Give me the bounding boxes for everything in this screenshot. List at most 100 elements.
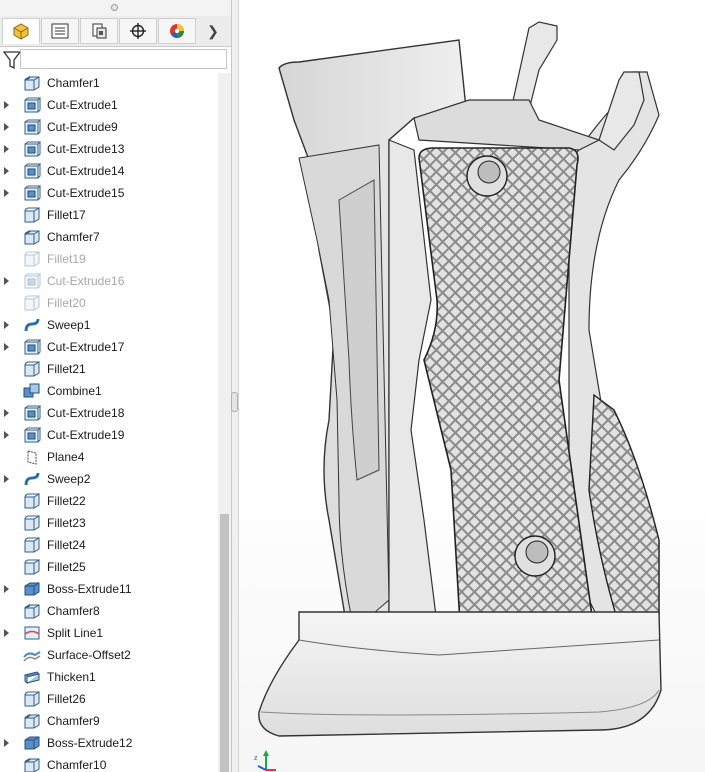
expand-arrow-icon[interactable] — [4, 145, 9, 153]
feature-tree-item[interactable]: Cut-Extrude9 — [0, 116, 218, 138]
fillet-icon — [23, 295, 41, 311]
feature-tree-item[interactable]: Cut-Extrude14 — [0, 160, 218, 182]
feature-tree-item[interactable]: Fillet25 — [0, 556, 218, 578]
thicken-icon — [23, 669, 41, 685]
feature-tree-item-label: Cut-Extrude19 — [47, 428, 125, 442]
expand-arrow-icon[interactable] — [4, 167, 9, 175]
tabs-more-chevron-icon[interactable]: ❯ — [203, 20, 223, 42]
feature-tree-item[interactable]: Plane4 — [0, 446, 218, 468]
feature-tree-item[interactable]: Sweep1 — [0, 314, 218, 336]
feature-tree-item[interactable]: Chamfer1 — [0, 72, 218, 94]
expand-arrow-icon[interactable] — [4, 277, 9, 285]
feature-tree-item-label: Chamfer9 — [47, 714, 100, 728]
tree-scrollbar[interactable] — [218, 73, 231, 772]
feature-tree-item-label: Cut-Extrude14 — [47, 164, 125, 178]
feature-tree-item-label: Fillet22 — [47, 494, 86, 508]
tab-configuration-manager[interactable] — [80, 18, 118, 44]
tab-feature-manager[interactable] — [2, 18, 40, 44]
expand-arrow-icon[interactable] — [4, 409, 9, 417]
tree-filter-input[interactable] — [20, 49, 227, 69]
fillet-icon — [23, 493, 41, 509]
feature-tree-item-label: Cut-Extrude18 — [47, 406, 125, 420]
feature-tree-item-label: Sweep2 — [47, 472, 91, 486]
feature-tree-item[interactable]: Cut-Extrude1 — [0, 94, 218, 116]
expand-arrow-icon[interactable] — [4, 629, 9, 637]
cut-extrude-icon — [23, 141, 42, 157]
expand-arrow-icon[interactable] — [4, 343, 9, 351]
feature-tree-item-label: Fillet19 — [47, 252, 86, 266]
feature-tree-item[interactable]: Boss-Extrude12 — [0, 732, 218, 754]
feature-tree-item[interactable]: Fillet26 — [0, 688, 218, 710]
feature-tree-item[interactable]: Split Line1 — [0, 622, 218, 644]
boss-extrude-icon — [23, 581, 41, 597]
dimxpert-manager-icon — [130, 23, 146, 39]
feature-tree-item-label: Sweep1 — [47, 318, 91, 332]
feature-tree-item[interactable]: Cut-Extrude17 — [0, 336, 218, 358]
feature-tree-item[interactable]: Thicken1 — [0, 666, 218, 688]
expand-arrow-icon[interactable] — [4, 321, 9, 329]
view-orientation-triad: z — [254, 750, 276, 771]
feature-tree-item[interactable]: Chamfer7 — [0, 226, 218, 248]
feature-tree-item[interactable]: Chamfer10 — [0, 754, 218, 772]
cut-extrude-icon — [23, 405, 42, 421]
chamfer-icon — [23, 757, 41, 772]
feature-tree-item[interactable]: Fillet24 — [0, 534, 218, 556]
manager-tabs: ❯ — [0, 16, 231, 47]
panel-top-grip[interactable] — [0, 0, 231, 16]
panel-grip-dot[interactable] — [111, 4, 118, 11]
feature-tree-item[interactable]: Surface-Offset2 — [0, 644, 218, 666]
feature-tree-item[interactable]: Boss-Extrude11 — [0, 578, 218, 600]
cut-extrude-icon — [23, 427, 42, 443]
expand-arrow-icon[interactable] — [4, 123, 9, 131]
feature-tree-item[interactable]: Fillet21 — [0, 358, 218, 380]
tab-dimxpert-manager[interactable] — [119, 18, 157, 44]
feature-tree-item[interactable]: Cut-Extrude18 — [0, 402, 218, 424]
cut-extrude-icon — [23, 339, 42, 355]
feature-tree-item-label: Cut-Extrude16 — [47, 274, 125, 288]
feature-tree-item-label: Combine1 — [47, 384, 102, 398]
tab-property-manager[interactable] — [41, 18, 79, 44]
configuration-manager-icon — [92, 23, 107, 39]
expand-arrow-icon[interactable] — [4, 101, 9, 109]
feature-manager-panel: ❯ Chamfer1 Cut-Extrude1 Cut-Extrude9 Cut-Ex… — [0, 0, 232, 772]
feature-tree-item[interactable]: Fillet19 — [0, 248, 218, 270]
feature-tree-item[interactable]: Fillet17 — [0, 204, 218, 226]
expand-arrow-icon[interactable] — [4, 585, 9, 593]
fillet-icon — [23, 361, 41, 377]
fillet-icon — [23, 537, 41, 553]
panel-splitter[interactable] — [231, 0, 239, 772]
svg-text:z: z — [254, 755, 258, 762]
feature-tree-item[interactable]: Cut-Extrude13 — [0, 138, 218, 160]
filter-icon[interactable] — [3, 50, 21, 70]
feature-tree-item-label: Fillet23 — [47, 516, 86, 530]
feature-tree-item-label: Plane4 — [47, 450, 85, 464]
feature-tree-item[interactable]: Sweep2 — [0, 468, 218, 490]
tab-display-manager[interactable] — [158, 18, 196, 44]
feature-tree-item-label: Split Line1 — [47, 626, 104, 640]
feature-tree-item[interactable]: Fillet20 — [0, 292, 218, 314]
expand-arrow-icon[interactable] — [4, 475, 9, 483]
graphics-viewport[interactable] — [239, 0, 705, 772]
fillet-icon — [23, 559, 41, 575]
feature-tree-item[interactable]: Fillet23 — [0, 512, 218, 534]
feature-tree-item-label: Boss-Extrude11 — [47, 582, 132, 596]
expand-arrow-icon[interactable] — [4, 189, 9, 197]
cut-extrude-icon — [23, 119, 42, 135]
feature-tree-item[interactable]: Cut-Extrude16 — [0, 270, 218, 292]
plane-icon — [23, 449, 41, 465]
expand-arrow-icon[interactable] — [4, 739, 9, 747]
splitter-grip[interactable] — [231, 392, 238, 412]
tree-filter-row — [0, 47, 231, 73]
feature-tree-item[interactable]: Combine1 — [0, 380, 218, 402]
expand-arrow-icon[interactable] — [4, 431, 9, 439]
feature-tree-item[interactable]: Chamfer9 — [0, 710, 218, 732]
feature-tree-item[interactable]: Cut-Extrude19 — [0, 424, 218, 446]
surface-offset-icon — [23, 647, 41, 663]
feature-tree-item[interactable]: Chamfer8 — [0, 600, 218, 622]
cut-extrude-icon — [23, 97, 42, 113]
feature-tree-item-label: Surface-Offset2 — [47, 648, 131, 662]
feature-tree-item[interactable]: Cut-Extrude15 — [0, 182, 218, 204]
tree-scrollbar-thumb[interactable] — [220, 514, 229, 772]
cut-extrude-icon — [23, 163, 42, 179]
feature-tree-item[interactable]: Fillet22 — [0, 490, 218, 512]
